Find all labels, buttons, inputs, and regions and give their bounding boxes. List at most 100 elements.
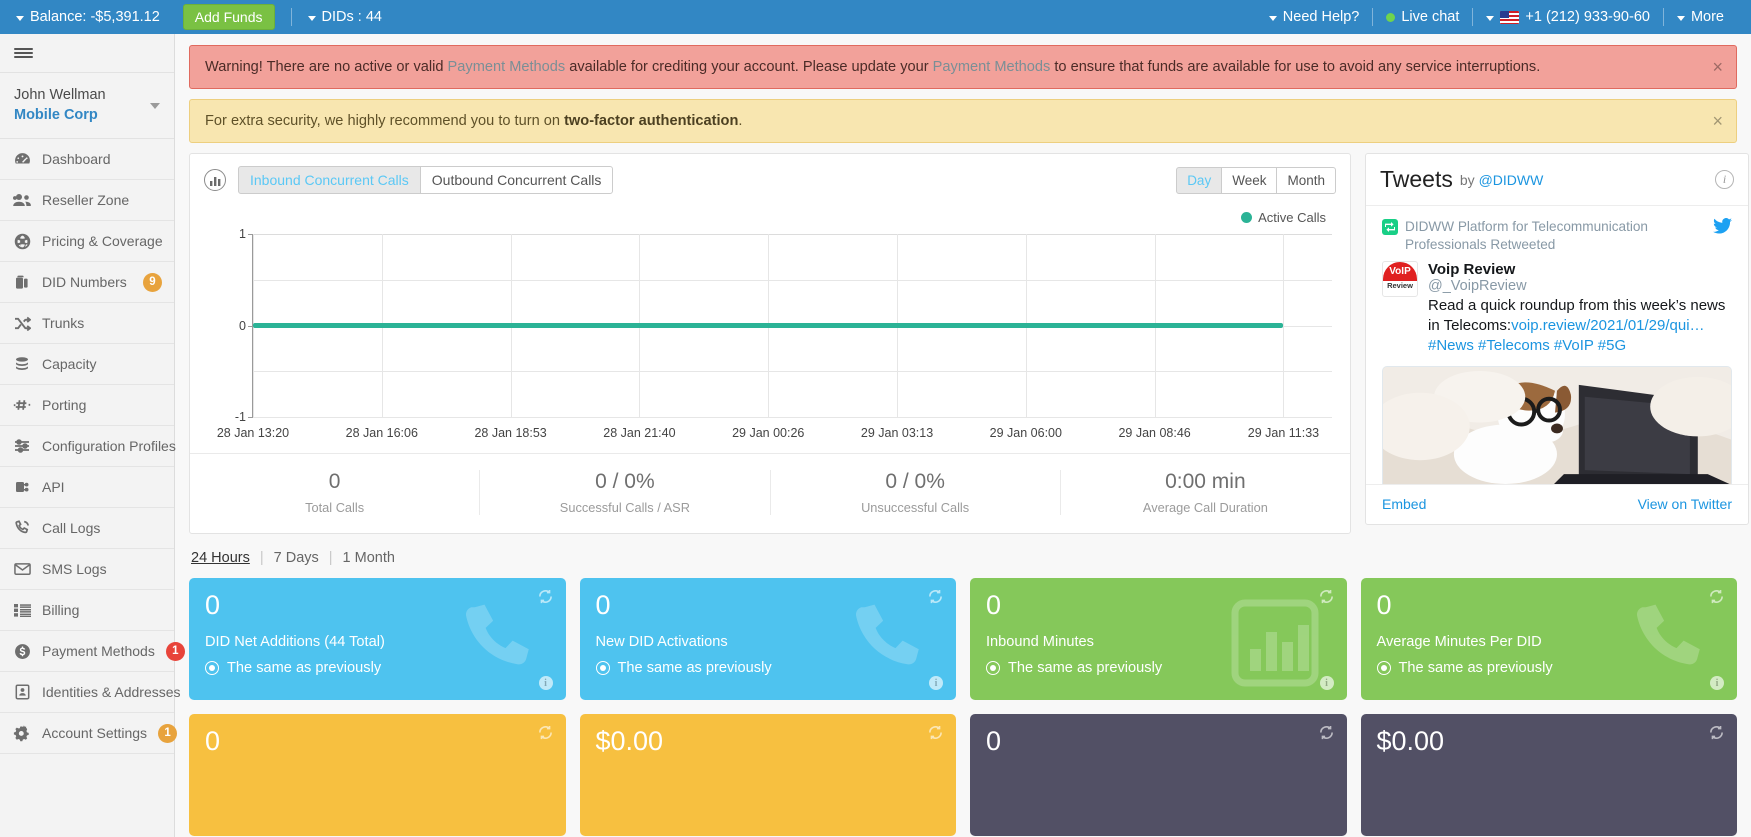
tweet-main: VoIP Review Voip Review @_VoipReview Rea… — [1382, 260, 1732, 356]
sidebar-item-label: Call Logs — [42, 520, 101, 537]
kpi-trend-label: The same as previously — [1398, 660, 1553, 676]
chart-range-month[interactable]: Month — [1276, 166, 1336, 194]
sidebar-item-billing[interactable]: Billing — [0, 590, 174, 632]
kpi-card-row2-3[interactable]: 0 — [970, 714, 1347, 836]
need-help-label: Need Help? — [1282, 9, 1360, 25]
refresh-icon[interactable] — [928, 589, 943, 609]
kpi-trend: The same as previously — [986, 660, 1331, 676]
menu-toggle-button[interactable] — [0, 34, 174, 73]
refresh-icon[interactable] — [1709, 725, 1724, 745]
sidebar-item-identities-addresses[interactable]: Identities & Addresses — [0, 672, 181, 714]
info-icon[interactable]: i — [1319, 676, 1334, 690]
chart-range-day[interactable]: Day — [1176, 166, 1223, 194]
view-on-twitter-link[interactable]: View on Twitter — [1638, 496, 1732, 512]
info-icon[interactable]: i — [929, 676, 943, 690]
kpi-card-inbound-minutes[interactable]: 0 Inbound Minutes The same as previously i — [970, 578, 1347, 700]
sidebar-item-label: SMS Logs — [42, 561, 107, 578]
sidebar-item-api[interactable]: API — [0, 467, 174, 509]
embed-link[interactable]: Embed — [1382, 496, 1426, 512]
payment-methods-link-1[interactable]: Payment Methods — [448, 59, 566, 75]
stat-value: 0:00 min — [1165, 470, 1246, 493]
bar-chart-icon — [204, 169, 226, 191]
sidebar-item-badge: 1 — [165, 641, 185, 661]
payment-methods-warning-alert: Warning! There are no active or valid Pa… — [189, 45, 1737, 89]
sidebar-item-pricing-coverage[interactable]: Pricing & Coverage — [0, 221, 174, 263]
info-icon[interactable]: i — [1710, 676, 1724, 690]
id-card-icon — [13, 683, 31, 701]
chart-x-tick-label: 29 Jan 06:00 — [989, 426, 1062, 440]
refresh-icon[interactable] — [928, 725, 943, 745]
sidebar-item-call-logs[interactable]: Call Logs — [0, 508, 174, 550]
chart-tab-outbound[interactable]: Outbound Concurrent Calls — [419, 166, 614, 194]
kpi-card-grid: 0 DID Net Additions (44 Total) The same as… — [189, 578, 1737, 700]
twitter-bird-icon — [1713, 218, 1732, 239]
tweet-author-name[interactable]: Voip Review — [1428, 261, 1732, 278]
refresh-icon[interactable] — [1319, 589, 1334, 609]
sidebar-item-reseller-zone[interactable]: Reseller Zone — [0, 180, 174, 222]
period-tab-1-month[interactable]: 1 Month — [343, 550, 395, 566]
kpi-card-average-minutes-per-did[interactable]: 0 Average Minutes Per DID The same as prev… — [1360, 578, 1737, 700]
two-factor-alert: For extra security, we highly recommend … — [189, 99, 1737, 143]
sidebar-item-dashboard[interactable]: Dashboard — [0, 139, 174, 181]
tweet-hashtags[interactable]: #News #Telecoms #VoIP #5G — [1428, 337, 1626, 354]
chart-y-tick-label: 1 — [239, 227, 246, 241]
tweets-by-prefix: by — [1459, 171, 1479, 188]
chart-tab-inbound[interactable]: Inbound Concurrent Calls — [238, 166, 421, 194]
sidebar-item-capacity[interactable]: Capacity — [0, 344, 174, 386]
refresh-icon[interactable] — [538, 725, 553, 745]
tweets-handle[interactable]: @DIDWW — [1479, 172, 1544, 188]
kpi-trend-label: The same as previously — [617, 660, 772, 676]
period-tab-24-hours[interactable]: 24 Hours — [191, 550, 250, 566]
kpi-card-row2-1[interactable]: 0 — [189, 714, 566, 836]
sidebar-item-did-numbers[interactable]: DID Numbers 9 — [0, 262, 174, 304]
chevron-down-icon — [150, 102, 160, 109]
globe-icon — [13, 232, 31, 250]
need-help-dropdown[interactable]: Need Help? — [1256, 0, 1373, 34]
tweet-link[interactable]: voip.review/2021/01/29/qui… — [1511, 317, 1704, 334]
refresh-icon[interactable] — [1319, 725, 1334, 745]
sidebar-item-account-settings[interactable]: Account Settings 1 — [0, 713, 178, 755]
info-icon[interactable]: i — [538, 676, 553, 690]
chart-x-tick-label: 29 Jan 11:33 — [1247, 426, 1320, 440]
two-factor-authentication-label: two-factor authentication — [564, 113, 739, 129]
info-icon[interactable]: i — [1715, 170, 1734, 189]
refresh-icon[interactable] — [1709, 589, 1724, 609]
period-tab-7-days[interactable]: 7 Days — [274, 550, 319, 566]
plug-icon — [13, 478, 31, 496]
kpi-card-did-net-additions-44-total[interactable]: 0 DID Net Additions (44 Total) The same as… — [189, 578, 566, 700]
chart-x-tick-label: 28 Jan 21:40 — [603, 426, 676, 440]
sidebar-item-porting[interactable]: Porting — [0, 385, 174, 427]
close-icon[interactable]: × — [1712, 58, 1723, 76]
add-funds-button[interactable]: Add Funds — [182, 4, 275, 30]
chart-range-week[interactable]: Week — [1221, 166, 1278, 194]
balance-dropdown[interactable]: Balance: -$5,391.12 — [14, 0, 173, 34]
phone-dropdown[interactable]: +1 (212) 933-90-60 — [1473, 0, 1663, 34]
payment-methods-link-2[interactable]: Payment Methods — [933, 59, 1051, 75]
sidebar-item-configuration-profiles[interactable]: Configuration Profiles — [0, 426, 176, 468]
sidebar: John Wellman Mobile Corp Dashboard Resell… — [0, 34, 185, 837]
close-icon[interactable]: × — [1712, 112, 1723, 130]
kpi-card-row2-2[interactable]: $0.00 — [579, 714, 956, 836]
tweet-author-handle[interactable]: @_VoipReview — [1428, 278, 1732, 294]
alert-text-2: available for crediting your account. Pl… — [565, 59, 933, 75]
sidebar-item-payment-methods[interactable]: Payment Methods 1 — [0, 631, 185, 673]
chevron-down-icon — [1486, 15, 1495, 21]
kpi-card-row2-4[interactable]: $0.00 — [1360, 714, 1737, 836]
kpi-card-new-did-activations[interactable]: 0 New DID Activations The same as previous… — [579, 578, 956, 700]
tweet-photo[interactable] — [1382, 365, 1732, 484]
sidebar-item-badge: 9 — [143, 272, 162, 292]
sidebar-item-trunks[interactable]: Trunks — [0, 303, 174, 345]
kpi-card-grid-row2: 0 $0.00 0 $0.00 — [189, 714, 1737, 836]
chart-legend: Active Calls — [1241, 210, 1326, 225]
account-switcher[interactable]: John Wellman Mobile Corp — [0, 73, 174, 140]
refresh-icon[interactable] — [538, 589, 553, 609]
chevron-down-icon — [307, 15, 316, 21]
kpi-label: New DID Activations — [595, 634, 728, 650]
trend-same-icon — [595, 661, 610, 675]
live-chat-button[interactable]: Live chat — [1373, 0, 1472, 34]
dids-dropdown[interactable]: DIDs : 44 — [307, 0, 395, 34]
sidebar-item-label: Configuration Profiles — [42, 438, 176, 455]
sidebar-item-sms-logs[interactable]: SMS Logs — [0, 549, 174, 591]
more-dropdown[interactable]: More — [1664, 0, 1737, 34]
retweet-line: DIDWW Platform for Telecommunication Pro… — [1382, 218, 1732, 254]
